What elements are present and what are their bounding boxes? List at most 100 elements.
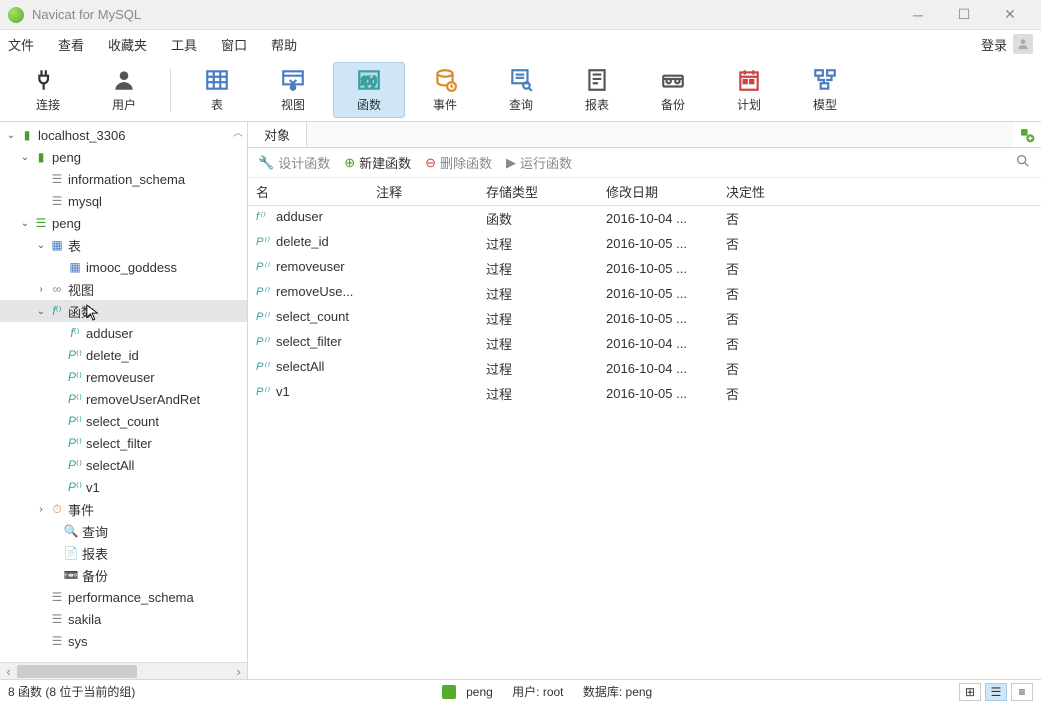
- tree-fn-removeuser[interactable]: P⁽⁾removeuser: [0, 366, 247, 388]
- procedure-icon: P⁽⁾: [256, 385, 272, 398]
- procedure-icon: P⁽⁾: [256, 260, 272, 273]
- connection-tree[interactable]: ︿ ⌄▮localhost_3306 ⌄▮peng ☰information_s…: [0, 122, 247, 662]
- row-determinism: 否: [718, 281, 1041, 306]
- status-database: 数据库: peng: [583, 683, 652, 700]
- minimize-button[interactable]: ─: [895, 0, 941, 30]
- wrench-icon: 🔧: [258, 155, 274, 171]
- tree-fn-removeuserandret[interactable]: P⁽⁾removeUserAndRet: [0, 388, 247, 410]
- tree-views-group[interactable]: ›∞视图: [0, 278, 247, 300]
- tree-hscrollbar[interactable]: ‹ ›: [0, 662, 247, 679]
- tree-backups-group[interactable]: 📼备份: [0, 564, 247, 586]
- login-button[interactable]: 登录: [981, 34, 1033, 54]
- toolbar-view[interactable]: 视图: [257, 62, 329, 118]
- tree-db-sys[interactable]: ☰sys: [0, 630, 247, 652]
- scroll-left-icon[interactable]: ‹: [0, 663, 17, 680]
- table-row[interactable]: P⁽⁾removeuser过程2016-10-05 ...否: [248, 256, 1041, 281]
- procedure-icon: P⁽⁾: [256, 310, 272, 323]
- tree-db-mysql[interactable]: ☰mysql: [0, 190, 247, 212]
- toolbar-function[interactable]: f(x) 函数: [333, 62, 405, 118]
- table-row[interactable]: P⁽⁾v1过程2016-10-05 ...否: [248, 381, 1041, 406]
- delete-function-button[interactable]: ⊖删除函数: [425, 153, 492, 172]
- tree-fn-delete-id[interactable]: P⁽⁾delete_id: [0, 344, 247, 366]
- menu-tools[interactable]: 工具: [171, 35, 197, 54]
- row-comment: [368, 331, 478, 356]
- row-storage: 函数: [478, 206, 598, 232]
- table-row[interactable]: P⁽⁾removeUse...过程2016-10-05 ...否: [248, 281, 1041, 306]
- row-storage: 过程: [478, 356, 598, 381]
- col-name[interactable]: 名: [248, 178, 368, 206]
- view-list-icon[interactable]: ☰: [985, 683, 1007, 701]
- tab-objects[interactable]: 对象: [248, 122, 307, 147]
- object-grid[interactable]: 名 注释 存储类型 修改日期 决定性 f⁽⁾adduser函数2016-10-0…: [248, 178, 1041, 679]
- menu-help[interactable]: 帮助: [271, 35, 297, 54]
- row-comment: [368, 381, 478, 406]
- col-modified[interactable]: 修改日期: [598, 178, 718, 206]
- tree-db-peng[interactable]: ⌄☰peng: [0, 212, 247, 234]
- backup-icon: [659, 66, 687, 94]
- tree-fn-v1[interactable]: P⁽⁾v1: [0, 476, 247, 498]
- plus-icon: ⊕: [344, 155, 355, 171]
- toolbar-plan[interactable]: 计划: [713, 62, 785, 118]
- view-mode-switch: ⊞ ☰ ≡: [959, 683, 1033, 701]
- toolbar-model[interactable]: 模型: [789, 62, 861, 118]
- row-determinism: 否: [718, 331, 1041, 356]
- col-storage[interactable]: 存储类型: [478, 178, 598, 206]
- tree-db-sakila[interactable]: ☰sakila: [0, 608, 247, 630]
- row-determinism: 否: [718, 306, 1041, 331]
- menu-favorites[interactable]: 收藏夹: [108, 35, 147, 54]
- toolbar-query[interactable]: 查询: [485, 62, 557, 118]
- svg-text:f(x): f(x): [361, 75, 377, 87]
- toolbar-event[interactable]: 事件: [409, 62, 481, 118]
- menu-file[interactable]: 文件: [8, 35, 34, 54]
- tab-add-button[interactable]: [1013, 122, 1041, 147]
- plan-icon: [735, 66, 763, 94]
- view-detail-icon[interactable]: ≡: [1011, 683, 1033, 701]
- tree-fn-select-count[interactable]: P⁽⁾select_count: [0, 410, 247, 432]
- row-name: adduser: [276, 209, 323, 224]
- tree-tables-group[interactable]: ⌄▦表: [0, 234, 247, 256]
- table-row[interactable]: f⁽⁾adduser函数2016-10-04 ...否: [248, 206, 1041, 232]
- tree-fn-adduser[interactable]: f⁽⁾adduser: [0, 322, 247, 344]
- col-comment[interactable]: 注释: [368, 178, 478, 206]
- tree-fn-selectall[interactable]: P⁽⁾selectAll: [0, 454, 247, 476]
- design-function-button[interactable]: 🔧设计函数: [258, 153, 330, 172]
- tree-events-group[interactable]: ›⏱事件: [0, 498, 247, 520]
- tree-db-performance-schema[interactable]: ☰performance_schema: [0, 586, 247, 608]
- tree-scroll-up-icon[interactable]: ︿: [233, 124, 243, 139]
- table-row[interactable]: P⁽⁾selectAll过程2016-10-04 ...否: [248, 356, 1041, 381]
- toolbar-connect[interactable]: 连接: [12, 62, 84, 118]
- menu-window[interactable]: 窗口: [221, 35, 247, 54]
- toolbar-report[interactable]: 报表: [561, 62, 633, 118]
- scroll-thumb[interactable]: [17, 665, 137, 678]
- search-icon: [1015, 153, 1031, 169]
- tree-reports-group[interactable]: 📄报表: [0, 542, 247, 564]
- new-function-button[interactable]: ⊕新建函数: [344, 153, 411, 172]
- scroll-right-icon[interactable]: ›: [230, 663, 247, 680]
- tabstrip: 对象: [248, 122, 1041, 148]
- table-row[interactable]: P⁽⁾select_count过程2016-10-05 ...否: [248, 306, 1041, 331]
- tree-queries-group[interactable]: 🔍查询: [0, 520, 247, 542]
- table-row[interactable]: P⁽⁾delete_id过程2016-10-05 ...否: [248, 231, 1041, 256]
- tree-fn-select-filter[interactable]: P⁽⁾select_filter: [0, 432, 247, 454]
- col-determinism[interactable]: 决定性: [718, 178, 1041, 206]
- view-grid-icon[interactable]: ⊞: [959, 683, 981, 701]
- close-button[interactable]: ✕: [987, 0, 1033, 30]
- minus-icon: ⊖: [425, 155, 436, 171]
- row-comment: [368, 256, 478, 281]
- toolbar-user[interactable]: 用户: [88, 62, 160, 118]
- search-button[interactable]: [1015, 153, 1031, 172]
- tree-connection[interactable]: ⌄▮localhost_3306: [0, 124, 247, 146]
- table-row[interactable]: P⁽⁾select_filter过程2016-10-04 ...否: [248, 331, 1041, 356]
- maximize-button[interactable]: ☐: [941, 0, 987, 30]
- menu-view[interactable]: 查看: [58, 35, 84, 54]
- app-icon: [8, 7, 24, 23]
- run-function-button[interactable]: ▶运行函数: [506, 153, 572, 172]
- row-modified: 2016-10-05 ...: [598, 281, 718, 306]
- tree-table-imooc[interactable]: ▦imooc_goddess: [0, 256, 247, 278]
- tree-db-peng-top[interactable]: ⌄▮peng: [0, 146, 247, 168]
- toolbar-backup[interactable]: 备份: [637, 62, 709, 118]
- tree-db-information-schema[interactable]: ☰information_schema: [0, 168, 247, 190]
- tree-functions-group[interactable]: ⌄f⁽⁾函数: [0, 300, 247, 322]
- toolbar-table[interactable]: 表: [181, 62, 253, 118]
- procedure-icon: P⁽⁾: [256, 335, 272, 348]
